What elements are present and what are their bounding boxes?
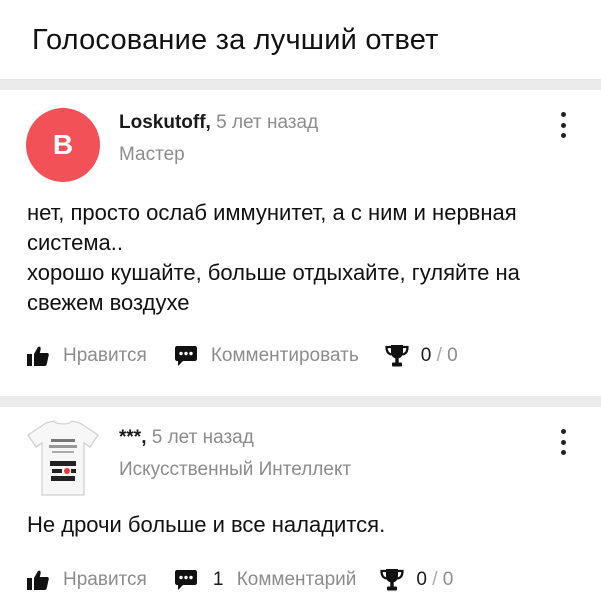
answer-text-line: хорошо кушайте, больше отдыхайте, гуляйт… [27, 260, 520, 315]
answer-card: ***, 5 лет назад Искусственный Интеллект… [0, 407, 601, 604]
like-label: Нравится [63, 345, 147, 366]
vote-button[interactable]: 0 / 0 [380, 569, 453, 591]
page-title: Голосование за лучший ответ [32, 24, 439, 56]
like-label: Нравится [63, 569, 147, 590]
comment-label: Комментировать [210, 345, 359, 366]
avatar-letter: B [52, 129, 74, 160]
answer-text-line: Не дрочи больше и все наладится. [27, 512, 386, 537]
comment-icon [174, 570, 197, 590]
vote-total: 0 [442, 569, 454, 590]
author-name[interactable]: *** [119, 427, 141, 448]
thumbs-up-icon [27, 346, 49, 366]
avatar[interactable]: B [26, 108, 100, 182]
vote-total: 0 [447, 345, 458, 366]
more-vertical-icon[interactable] [555, 112, 571, 138]
author-rank: Искусственный Интеллект [119, 459, 352, 480]
author-name[interactable]: Loskutoff [119, 112, 206, 133]
like-button[interactable]: Нравится [27, 345, 147, 367]
trophy-icon [385, 345, 409, 367]
more-vertical-icon[interactable] [555, 429, 571, 455]
answer-time: 5 лет назад [146, 427, 254, 448]
answer-text-line: нет, просто ослаб иммунитет, а с ним и н… [27, 200, 517, 255]
thumbs-up-icon [27, 570, 49, 590]
answer-text: нет, просто ослаб иммунитет, а с ним и н… [27, 198, 567, 318]
comment-button[interactable]: 1 Комментарий [174, 569, 357, 591]
trophy-icon [380, 569, 404, 591]
answer-meta: ***, 5 лет назад Искусственный Интеллект [119, 427, 351, 481]
answer-text: Не дрочи больше и все наладится. [27, 510, 567, 540]
vote-count: 0 [420, 345, 432, 366]
vote-button[interactable]: 0 / 0 [385, 345, 458, 367]
page-header: Голосование за лучший ответ [0, 0, 601, 80]
answer-meta: Loskutoff, 5 лет назад Мастер [119, 112, 318, 166]
comment-button[interactable]: Комментировать [174, 345, 359, 367]
vote-count: 0 [416, 569, 427, 590]
comment-label: Комментарий [236, 569, 357, 590]
t-shirt-avatar-icon [27, 420, 99, 496]
like-button[interactable]: Нравится [27, 569, 147, 591]
comment-count: 1 [212, 569, 224, 590]
avatar[interactable] [24, 419, 102, 499]
comment-icon [174, 346, 197, 366]
answer-time: 5 лет назад [210, 112, 319, 133]
answer-card: B Loskutoff, 5 лет назад Мастер нет, про… [0, 90, 601, 396]
answer-actions: Нравится Комментировать 0 / 0 [27, 342, 458, 370]
author-rank: Мастер [119, 144, 185, 165]
answer-actions: Нравится 1 Комментарий 0 / 0 [27, 566, 453, 594]
